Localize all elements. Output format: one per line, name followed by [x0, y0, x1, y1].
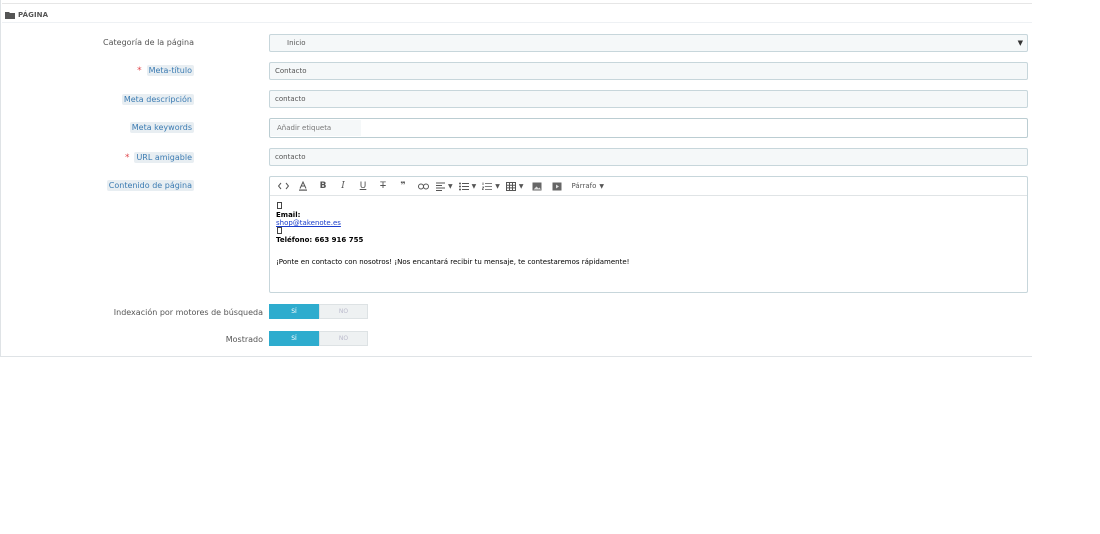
category-value: Inicio [287, 39, 306, 47]
meta-keywords-input[interactable]: Añadir etiqueta [269, 118, 1028, 138]
paragraph-format-dropdown[interactable]: Párrafo ▼ [570, 179, 605, 193]
align-icon[interactable]: ▼ [436, 179, 453, 193]
friendly-url-value: contacto [275, 153, 306, 161]
table-icon[interactable]: ▼ [505, 179, 524, 193]
panel-title: PÁGINA [18, 11, 49, 19]
editor-toolbar: B I U T ❞ ▼ ▼ ▼ ▼ Párrafo ▼ [270, 177, 1027, 196]
indexation-yes-option[interactable]: SÍ [269, 304, 319, 319]
tag-input-placeholder[interactable]: Añadir etiqueta [270, 120, 361, 136]
meta-keywords-label: Meta keywords [129, 122, 194, 133]
meta-description-value: contacto [275, 95, 306, 103]
image-icon[interactable] [530, 179, 544, 193]
rich-text-editor[interactable]: B I U T ❞ ▼ ▼ ▼ ▼ Párrafo ▼ Email: shop@… [269, 176, 1028, 293]
page-content-label: Contenido de página [106, 180, 194, 191]
placeholder-glyph [276, 202, 1021, 211]
panel-heading: PÁGINA [5, 8, 48, 22]
bullet-list-icon[interactable]: ▼ [458, 179, 476, 193]
placeholder-glyph [276, 227, 1021, 236]
meta-title-input[interactable]: Contacto [269, 62, 1028, 80]
underline-icon[interactable]: U [356, 179, 370, 193]
meta-title-value: Contacto [275, 67, 307, 75]
meta-title-label: * Meta-título [137, 65, 194, 76]
media-icon[interactable] [550, 179, 564, 193]
required-marker: * [124, 153, 130, 163]
heading-divider [2, 22, 1032, 23]
folder-icon [5, 11, 15, 19]
editor-content[interactable]: Email: shop@takenote.es Teléfono: 663 91… [270, 196, 1027, 272]
friendly-url-label: * URL amigable [124, 152, 194, 163]
caret-down-icon: ▼ [1017, 39, 1023, 47]
phone-label: Teléfono: 663 916 755 [276, 236, 364, 244]
required-marker: * [137, 66, 142, 76]
panel-top-border [2, 0, 1032, 4]
meta-description-label: Meta descripción [121, 94, 194, 105]
category-label: Categoría de la página [103, 38, 194, 47]
page-panel: PÁGINA Categoría de la página Inicio ▼ *… [0, 0, 1032, 357]
category-select[interactable]: Inicio ▼ [269, 34, 1028, 52]
contact-message: ¡Ponte en contacto con nosotros! ¡Nos en… [276, 258, 630, 266]
indexation-toggle[interactable]: SÍ NO [269, 304, 368, 319]
code-icon[interactable] [276, 179, 290, 193]
strikethrough-icon[interactable]: T [376, 179, 390, 193]
displayed-no-option[interactable]: NO [319, 331, 368, 346]
numbered-list-icon[interactable]: ▼ [482, 179, 500, 193]
link-icon[interactable] [416, 179, 430, 193]
indexation-label: Indexación por motores de búsqueda [113, 308, 263, 317]
email-label: Email: [276, 211, 301, 219]
text-color-icon[interactable] [296, 179, 310, 193]
blockquote-icon[interactable]: ❞ [396, 179, 410, 193]
italic-icon[interactable]: I [336, 179, 350, 193]
displayed-toggle[interactable]: SÍ NO [269, 331, 368, 346]
displayed-yes-option[interactable]: SÍ [269, 331, 319, 346]
meta-description-input[interactable]: contacto [269, 90, 1028, 108]
email-link[interactable]: shop@takenote.es [276, 219, 341, 227]
displayed-label: Mostrado [225, 335, 263, 344]
friendly-url-input[interactable]: contacto [269, 148, 1028, 166]
bold-icon[interactable]: B [316, 179, 330, 193]
indexation-no-option[interactable]: NO [319, 304, 368, 319]
